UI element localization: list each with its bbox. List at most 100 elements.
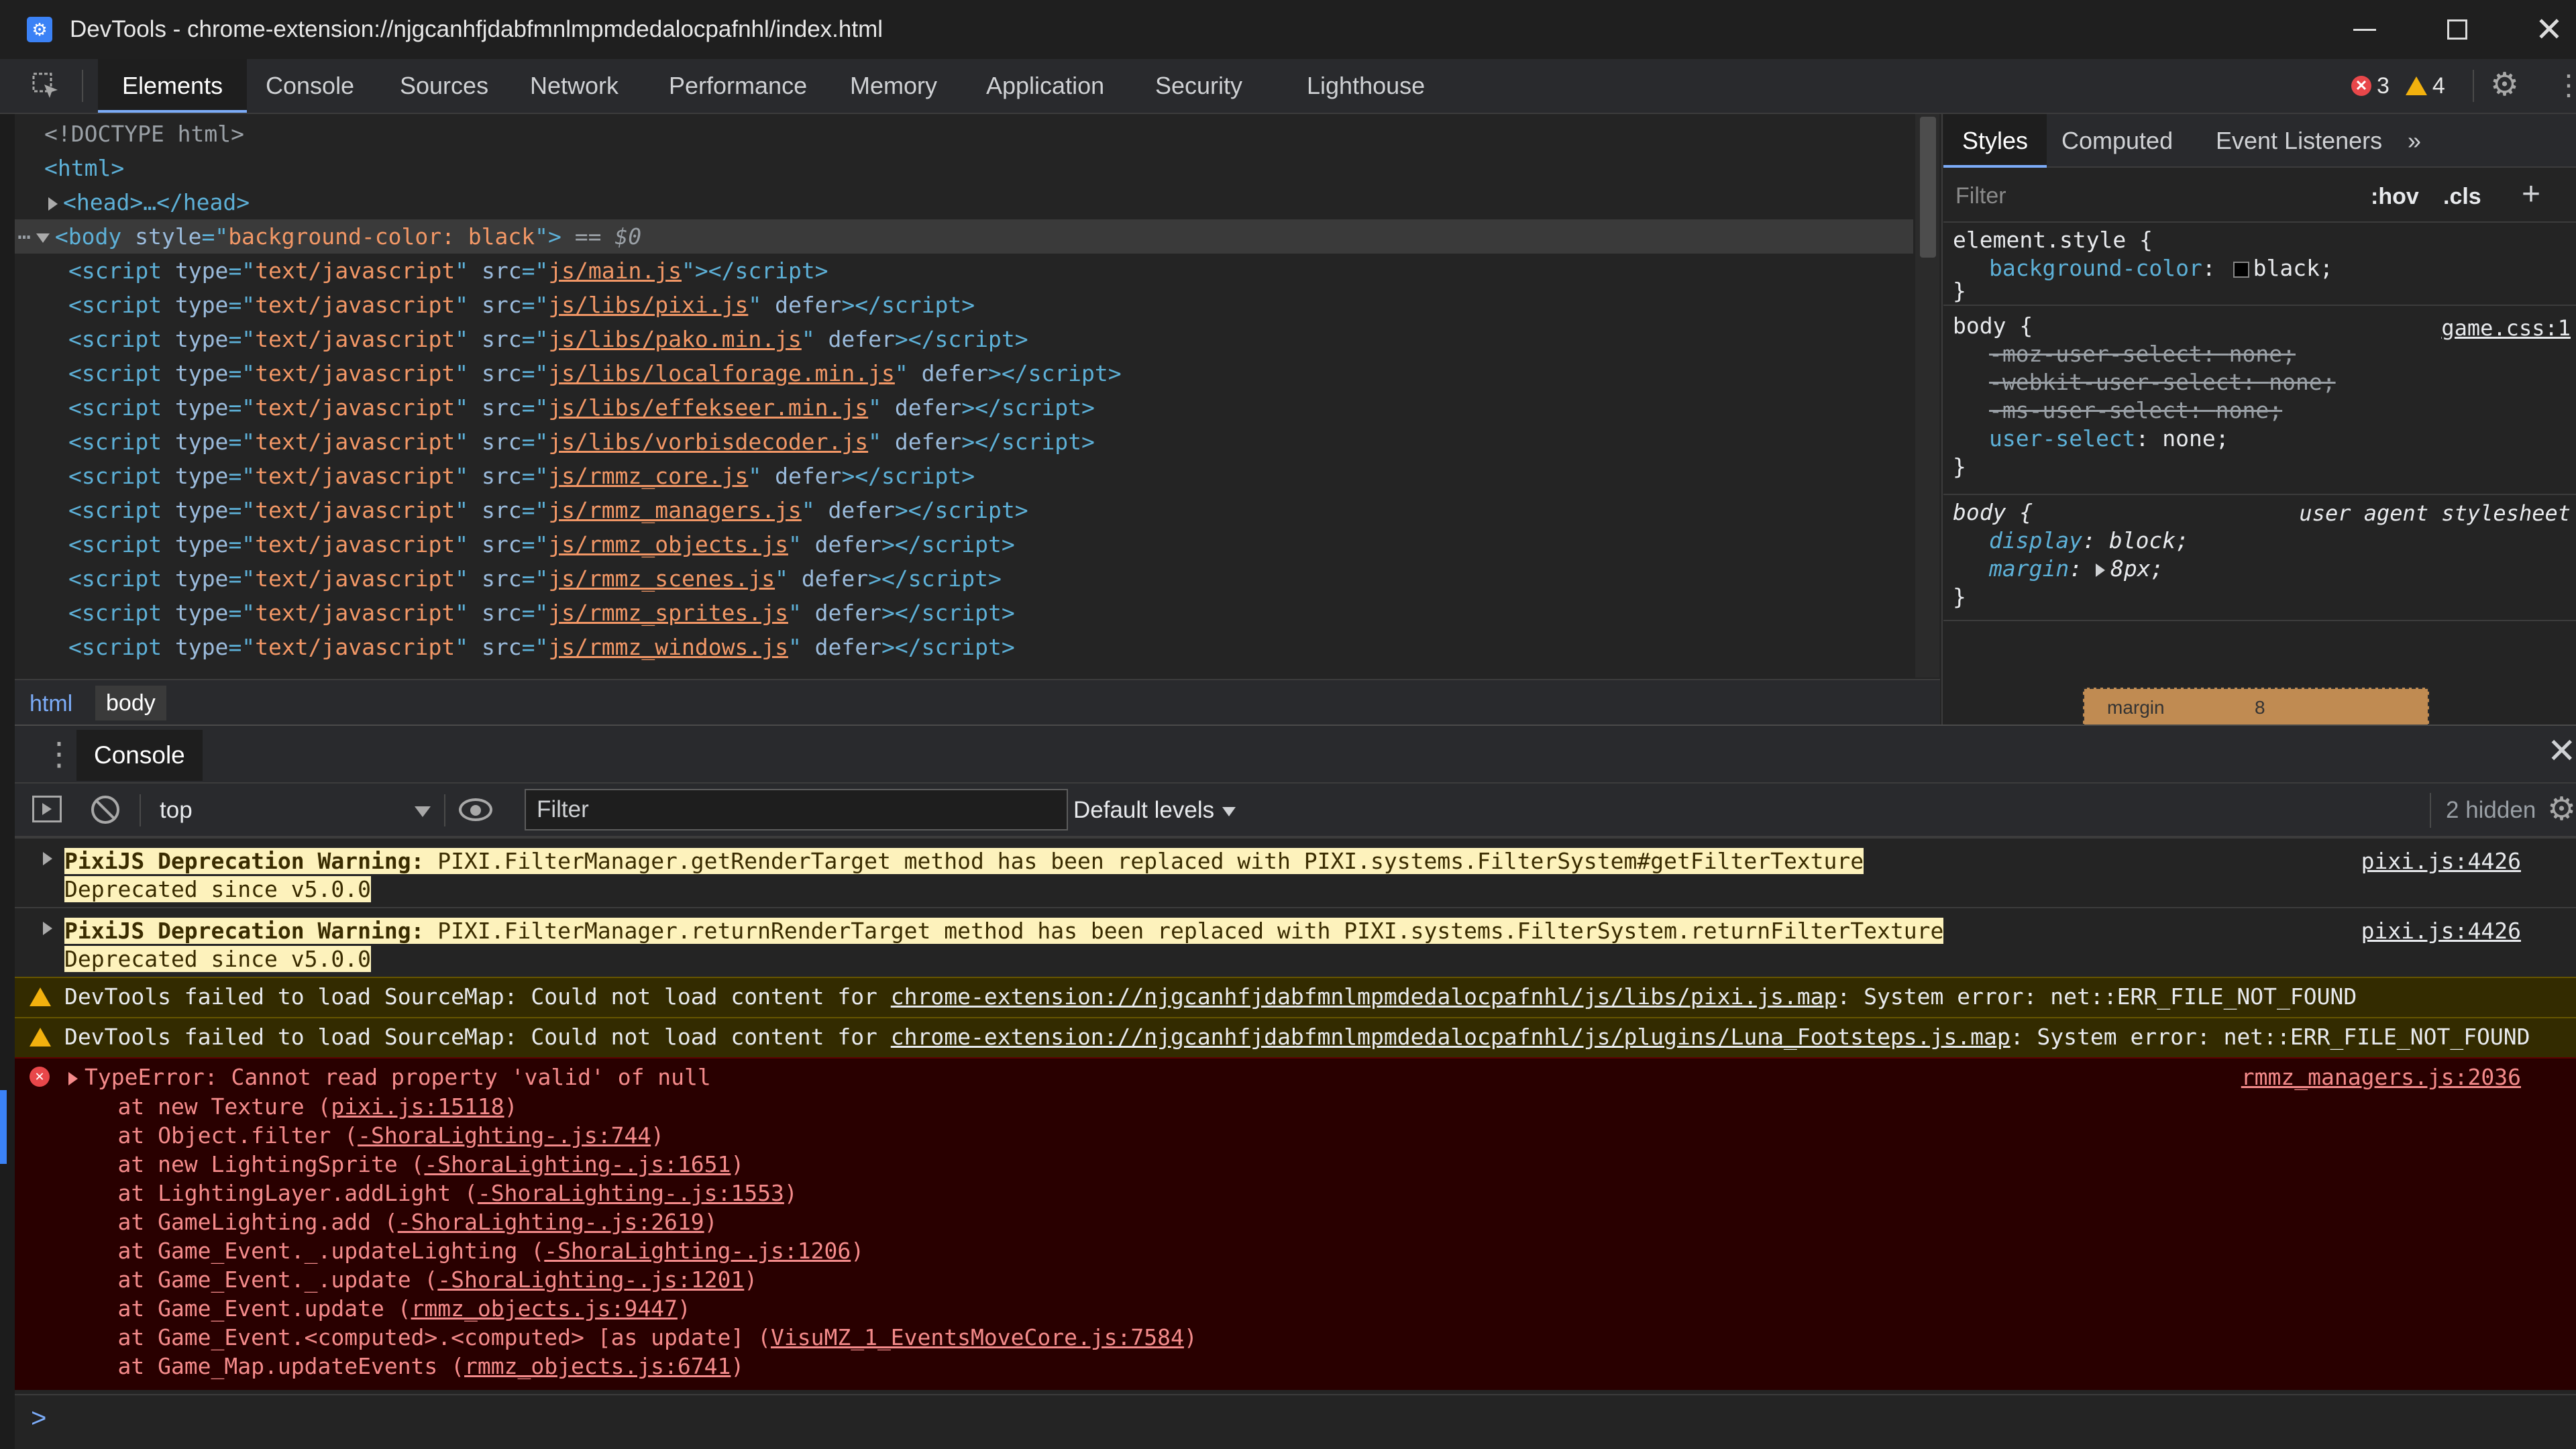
expand-arrow-icon[interactable] [2095,563,2105,577]
element-style-declaration[interactable]: background-color: black; [1989,254,2333,282]
dom-script-node[interactable]: <script type="text/javascript" src="js/l… [68,322,1028,356]
dom-html-node[interactable]: <html> [44,151,124,185]
pane-divider[interactable] [1941,114,1943,724]
dom-script-node[interactable]: <script type="text/javascript" src="js/r… [68,459,975,493]
context-selector[interactable]: top [160,793,435,828]
dom-script-node[interactable]: <script type="text/javascript" src="js/r… [68,596,1015,630]
console-error[interactable]: ✕ TypeError: Cannot read property 'valid… [15,1057,2576,1390]
stack-frame-link[interactable]: -ShoraLighting-.js:1201 [437,1267,744,1293]
tab-event-listeners[interactable]: Event Listeners [2216,114,2382,168]
script-src-link[interactable]: js/rmmz_core.js [548,463,748,489]
console-input[interactable] [68,1402,2483,1442]
script-src-link[interactable]: js/rmmz_scenes.js [548,566,775,592]
console-settings-gear-icon[interactable]: ⚙ [2547,790,2576,828]
stack-frame-link[interactable]: -ShoraLighting-.js:1651 [424,1151,731,1177]
dom-doctype[interactable]: <!DOCTYPE html> [44,117,244,151]
script-src-link[interactable]: js/rmmz_windows.js [548,634,788,660]
dom-script-node[interactable]: <script type="text/javascript" src="js/r… [68,561,1002,596]
dom-script-node[interactable]: <script type="text/javascript" src="js/r… [68,630,1015,664]
breadcrumb-html[interactable]: html [30,691,72,717]
dom-script-node[interactable]: <script type="text/javascript" src="js/m… [68,254,828,288]
more-tabs-chevron-icon[interactable]: » [2408,114,2421,168]
log-levels-dropdown[interactable]: Default levels [1073,793,1236,828]
elements-scrollbar-thumb[interactable] [1920,117,1936,258]
live-expression-eye-icon[interactable] [459,798,492,821]
css-declaration[interactable]: user-select: none; [1989,424,2229,453]
tab-performance[interactable]: Performance [669,59,807,113]
error-source-link[interactable]: rmmz_managers.js:2036 [2241,1063,2521,1092]
stack-frame-link[interactable]: -ShoraLighting-.js:2619 [398,1209,704,1235]
console-warning[interactable]: DevTools failed to load SourceMap: Could… [15,1017,2576,1057]
tab-memory[interactable]: Memory [850,59,937,113]
maximize-button[interactable] [2414,0,2501,59]
more-options-icon[interactable]: ⋮ [2555,68,2576,101]
settings-gear-icon[interactable]: ⚙ [2490,66,2519,103]
clear-console-icon[interactable] [91,796,119,824]
breadcrumb-body[interactable]: body [95,686,166,720]
expand-arrow-icon[interactable] [43,922,52,935]
tab-console[interactable]: Console [266,59,354,113]
script-src-link[interactable]: js/rmmz_objects.js [548,531,788,557]
dom-script-node[interactable]: <script type="text/javascript" src="js/r… [68,493,1028,527]
stack-frame-link[interactable]: -ShoraLighting-.js:744 [358,1122,651,1148]
styles-filter-input[interactable] [1950,177,2353,215]
ellipsis-icon[interactable]: ⋯ [17,223,31,250]
hov-toggle[interactable]: :hov [2371,184,2419,210]
dom-script-node[interactable]: <script type="text/javascript" src="js/l… [68,356,1122,390]
dom-script-node[interactable]: <script type="text/javascript" src="js/l… [68,288,975,322]
stack-frame-link[interactable]: pixi.js:15118 [331,1093,504,1120]
new-rule-plus-icon[interactable]: + [2522,176,2540,213]
css-declaration[interactable]: -moz-user-select: none; [1989,339,2296,368]
console-warning[interactable]: DevTools failed to load SourceMap: Could… [15,977,2576,1017]
dom-head-node[interactable]: <head>…</head> [48,185,250,219]
script-src-link[interactable]: js/rmmz_managers.js [548,497,802,523]
collapse-arrow-icon[interactable] [36,233,50,243]
dom-script-node[interactable]: <script type="text/javascript" src="js/l… [68,390,1095,425]
tab-elements[interactable]: Elements [98,59,248,113]
close-window-button[interactable]: ✕ [2506,0,2576,59]
tab-application[interactable]: Application [986,59,1104,113]
sourcemap-link[interactable]: chrome-extension://njgcanhfjdabfmnlmpmde… [891,983,1837,1010]
box-model-margin-value[interactable]: 8 [2255,697,2265,718]
sourcemap-link[interactable]: chrome-extension://njgcanhfjdabfmnlmpmde… [891,1024,2010,1050]
box-model-margin[interactable]: margin 8 [2083,688,2429,724]
tab-sources[interactable]: Sources [400,59,488,113]
tab-styles[interactable]: Styles [1943,114,2047,168]
script-src-link[interactable]: js/libs/vorbisdecoder.js [548,429,868,455]
stack-frame-link[interactable]: -ShoraLighting-.js:1553 [478,1180,784,1206]
stack-frame-link[interactable]: VisuMZ_1_EventsMoveCore.js:7584 [771,1324,1184,1350]
stack-frame-link[interactable]: rmmz_objects.js:6741 [464,1353,731,1379]
dom-script-node[interactable]: <script type="text/javascript" src="js/r… [68,527,1015,561]
dom-body-node[interactable]: ⋯ <body style="background-color: black"> … [15,219,1913,254]
game-css-link[interactable]: game.css:1 [2441,315,2571,341]
drawer-menu-icon[interactable]: ⋮ [43,735,75,773]
script-src-link[interactable]: js/libs/pixi.js [548,292,748,318]
script-src-link[interactable]: js/rmmz_sprites.js [548,600,788,626]
tab-lighthouse[interactable]: Lighthouse [1307,59,1425,113]
tab-computed[interactable]: Computed [2061,114,2173,168]
script-src-link[interactable]: js/main.js [548,258,682,284]
tab-security[interactable]: Security [1155,59,1242,113]
color-swatch-icon[interactable] [2233,261,2249,278]
drawer-tab-console[interactable]: Console [76,730,203,781]
cls-toggle[interactable]: .cls [2443,184,2481,210]
source-link[interactable]: pixi.js:4426 [2361,916,2521,946]
console-message[interactable]: PixiJS Deprecation Warning: PIXI.FilterM… [15,837,2576,907]
close-drawer-icon[interactable]: ✕ [2547,731,2576,771]
expand-arrow-icon[interactable] [43,852,52,865]
tab-network[interactable]: Network [530,59,619,113]
stack-frame-link[interactable]: -ShoraLighting-.js:1206 [544,1238,851,1264]
expand-arrow-icon[interactable] [68,1072,78,1085]
source-link[interactable]: pixi.js:4426 [2361,847,2521,876]
dom-script-node[interactable]: <script type="text/javascript" src="js/l… [68,425,1095,459]
console-message[interactable]: PixiJS Deprecation Warning: PIXI.FilterM… [15,907,2576,977]
inspect-element-icon[interactable] [31,71,60,101]
console-filter-input[interactable] [525,789,1068,830]
minimize-button[interactable] [2321,0,2408,59]
expand-arrow-icon[interactable] [48,197,58,211]
stack-frame-link[interactable]: rmmz_objects.js:9447 [411,1295,678,1322]
show-sidebar-icon[interactable] [32,796,62,822]
css-declaration[interactable]: -ms-user-select: none; [1989,396,2282,425]
script-src-link[interactable]: js/libs/effekseer.min.js [548,394,868,421]
script-src-link[interactable]: js/libs/pako.min.js [548,326,802,352]
